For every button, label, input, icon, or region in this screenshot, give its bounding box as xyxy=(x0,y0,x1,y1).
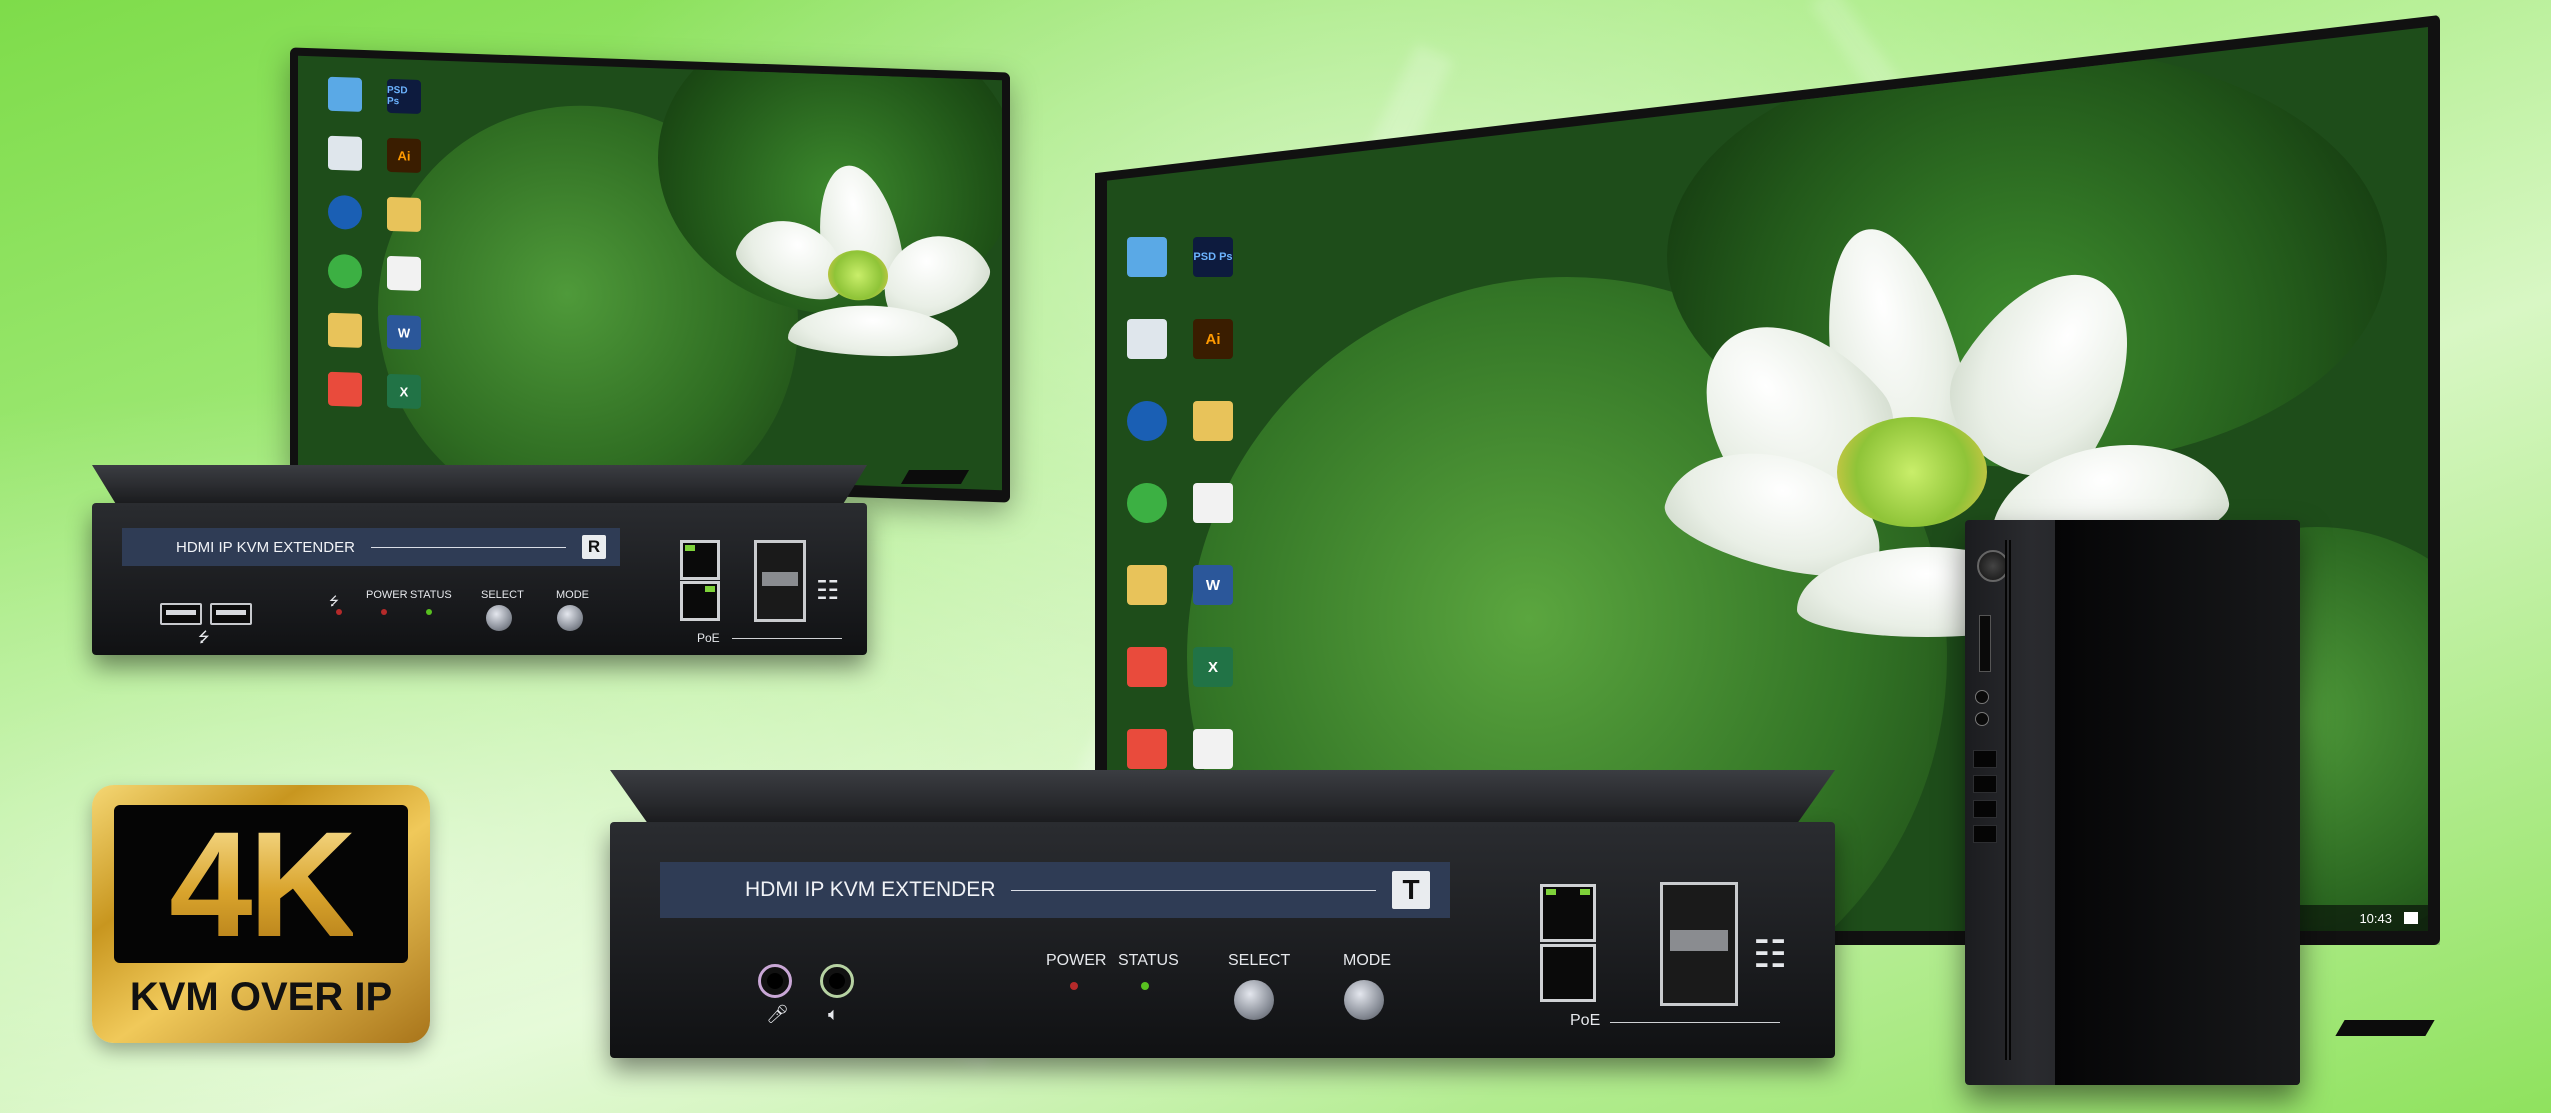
speaker-icon: 🔈︎ xyxy=(828,1004,839,1024)
4k-text: 4K xyxy=(169,800,357,968)
right-monitor-stand xyxy=(2335,1020,2435,1036)
usb-port xyxy=(1973,800,1997,818)
select-button[interactable] xyxy=(1234,980,1274,1020)
mode-label: MODE xyxy=(556,589,589,601)
status-led xyxy=(1141,982,1149,990)
desktop-icons: PSD Ps Ai W X xyxy=(1127,237,1255,807)
receiver-label-bar: HDMI IP KVM EXTENDER R xyxy=(122,528,620,566)
audio-out-jack xyxy=(820,964,854,998)
receiver-title: HDMI IP KVM EXTENDER xyxy=(176,538,355,556)
status-label: STATUS xyxy=(1118,952,1179,969)
status-label: STATUS xyxy=(410,589,452,601)
card-reader-slot xyxy=(1979,615,1991,672)
rj45-port xyxy=(1540,884,1596,942)
app-icon xyxy=(1127,729,1167,769)
power-led xyxy=(1070,982,1078,990)
computer-icon xyxy=(328,76,362,112)
audio-jack-icon xyxy=(1975,712,1989,726)
usb-port xyxy=(1973,750,1997,768)
usb-led xyxy=(336,609,342,615)
power-led xyxy=(381,609,387,615)
4k-badge-inner: 4K xyxy=(114,805,408,963)
folder-icon xyxy=(1127,565,1167,605)
mode-button[interactable] xyxy=(1344,980,1384,1020)
document-icon xyxy=(1193,729,1233,769)
excel-icon: X xyxy=(1193,647,1233,687)
teamviewer-icon xyxy=(328,194,362,230)
teamviewer-icon xyxy=(1127,401,1167,441)
document-icon xyxy=(387,255,421,292)
rj45-port xyxy=(680,581,720,621)
mode-button[interactable] xyxy=(557,605,583,631)
usb-port xyxy=(1973,775,1997,793)
transmitter-label-bar: HDMI IP KVM EXTENDER T xyxy=(660,862,1450,918)
left-monitor-screen: PSD Ps Ai W X xyxy=(298,55,1002,491)
folder-icon xyxy=(1193,401,1233,441)
power-label: POWER xyxy=(366,589,408,601)
front-grille xyxy=(2005,540,2011,1060)
chrome-icon xyxy=(328,371,362,407)
word-icon: W xyxy=(1193,565,1233,605)
4k-kvm-over-ip-badge: 4K KVM OVER IP xyxy=(92,785,430,1043)
word-icon: W xyxy=(387,314,421,351)
clock: 10:43 xyxy=(2359,910,2392,926)
usb-icon: ⭍ xyxy=(198,629,210,645)
photoshop-icon: PSD Ps xyxy=(1193,237,1233,277)
transmitter-unit-letter: T xyxy=(1392,871,1430,909)
document-icon xyxy=(1193,483,1233,523)
illustrator-icon: Ai xyxy=(387,137,421,174)
computer-icon xyxy=(1127,237,1167,277)
poe-label: PoE xyxy=(1570,1012,1601,1029)
network-icon: ☷ xyxy=(816,575,840,605)
transmitter-top-panel xyxy=(610,770,1835,822)
left-monitor-stand xyxy=(900,470,970,484)
usb-port xyxy=(210,603,252,625)
transmitter-unit: HDMI IP KVM EXTENDER T 🎤︎ 🔈︎ POWER STATU… xyxy=(610,822,1835,1058)
status-led xyxy=(426,609,432,615)
excel-icon: X xyxy=(387,373,421,410)
microphone-icon: 🎤︎ xyxy=(766,1004,789,1024)
notification-icon[interactable] xyxy=(2404,912,2418,924)
illustrator-icon: Ai xyxy=(1193,319,1233,359)
select-label: SELECT xyxy=(481,589,524,601)
select-label: SELECT xyxy=(1228,952,1291,969)
left-monitor: PSD Ps Ai W X xyxy=(290,47,1010,503)
photoshop-icon: PSD Ps xyxy=(387,78,421,115)
chrome-icon xyxy=(1127,647,1167,687)
lotus-seedpod xyxy=(1837,417,1987,527)
folder-icon xyxy=(387,196,421,233)
kvm-over-ip-text: KVM OVER IP xyxy=(129,975,393,1019)
recycle-bin-icon xyxy=(1127,319,1167,359)
mode-label: MODE xyxy=(1343,952,1391,969)
tower-side-panel xyxy=(2055,520,2300,1085)
recycle-bin-icon xyxy=(328,135,362,171)
microphone-jack xyxy=(758,964,792,998)
desktop-icons: PSD Ps Ai W X xyxy=(328,76,442,431)
poe-bracket xyxy=(732,638,842,639)
sfp-port xyxy=(754,540,806,622)
rj45-port xyxy=(1540,944,1596,1002)
poe-bracket xyxy=(1610,1022,1780,1023)
pc-tower xyxy=(1965,520,2300,1085)
audio-jack-icon xyxy=(1975,690,1989,704)
wechat-icon xyxy=(328,253,362,289)
usb-port xyxy=(1973,825,1997,843)
receiver-top-panel xyxy=(92,465,867,503)
receiver-unit: HDMI IP KVM EXTENDER R ⭍ ⭍ POWER STATUS … xyxy=(92,503,867,655)
power-label: POWER xyxy=(1046,952,1107,969)
poe-label: PoE xyxy=(697,631,720,645)
folder-icon xyxy=(328,312,362,348)
receiver-unit-letter: R xyxy=(582,535,606,559)
network-icon: ☷ xyxy=(1753,934,1788,976)
rj45-port xyxy=(680,540,720,580)
sfp-port xyxy=(1660,882,1738,1006)
transmitter-title: HDMI IP KVM EXTENDER xyxy=(745,878,996,901)
select-button[interactable] xyxy=(486,605,512,631)
wechat-icon xyxy=(1127,483,1167,523)
usb-port xyxy=(160,603,202,625)
